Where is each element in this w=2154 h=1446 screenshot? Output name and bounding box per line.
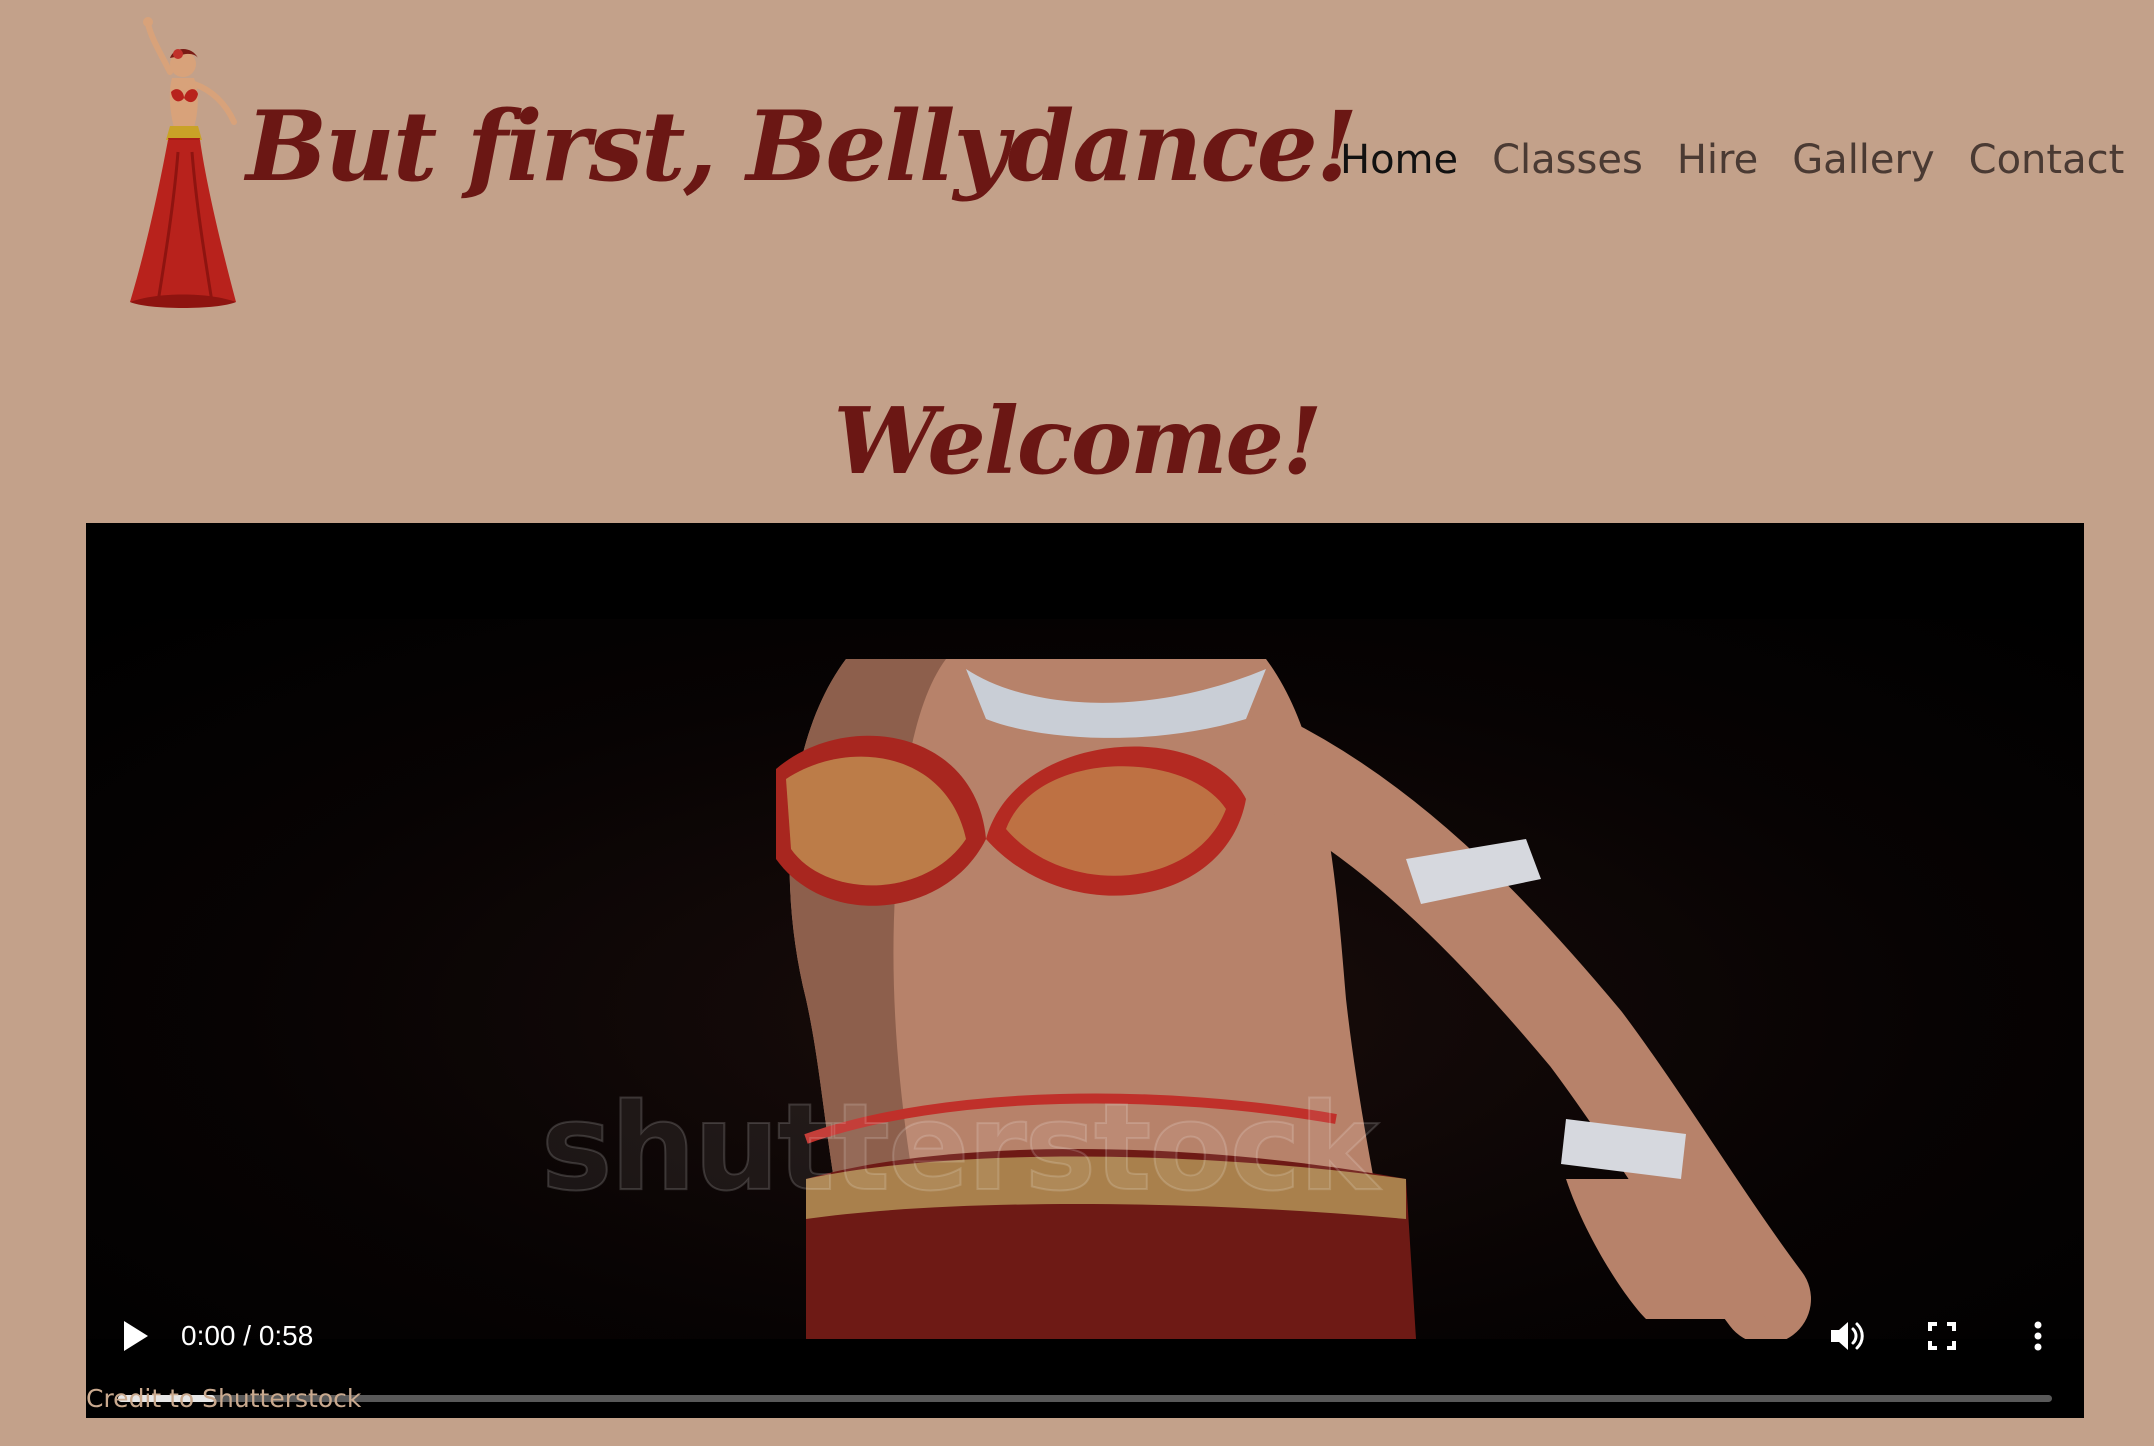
- video-frame: shutterstock: [86, 619, 2084, 1339]
- nav-gallery[interactable]: Gallery: [1792, 132, 1934, 188]
- nav-contact[interactable]: Contact: [1969, 132, 2125, 188]
- page: But first, Bellydance! Home Classes Hire…: [0, 0, 2154, 1446]
- video-watermark: shutterstock: [540, 1078, 1380, 1219]
- more-options-icon[interactable]: [2018, 1316, 2058, 1356]
- site-title[interactable]: But first, Bellydance!: [246, 92, 1358, 202]
- video-time: 0:00 / 0:58: [181, 1320, 314, 1351]
- nav-hire[interactable]: Hire: [1677, 132, 1758, 188]
- volume-icon[interactable]: [1826, 1316, 1866, 1356]
- fullscreen-icon[interactable]: [1922, 1316, 1962, 1356]
- nav-home[interactable]: Home: [1340, 132, 1458, 188]
- video-credit: Credit to Shutterstock: [86, 1384, 362, 1413]
- video-controls: 0:00 / 0:58: [86, 1288, 2084, 1418]
- video-still-image: [776, 659, 1811, 1339]
- main-nav: Home Classes Hire Gallery Contact: [1340, 132, 2124, 188]
- page-heading: Welcome!: [833, 387, 1323, 495]
- bellydancer-icon: [130, 17, 237, 308]
- nav-classes[interactable]: Classes: [1492, 132, 1643, 188]
- video-player[interactable]: shutterstock 0:00 / 0:58: [86, 523, 2084, 1418]
- play-icon[interactable]: [120, 1318, 150, 1354]
- video-progress-bar[interactable]: [118, 1395, 2052, 1402]
